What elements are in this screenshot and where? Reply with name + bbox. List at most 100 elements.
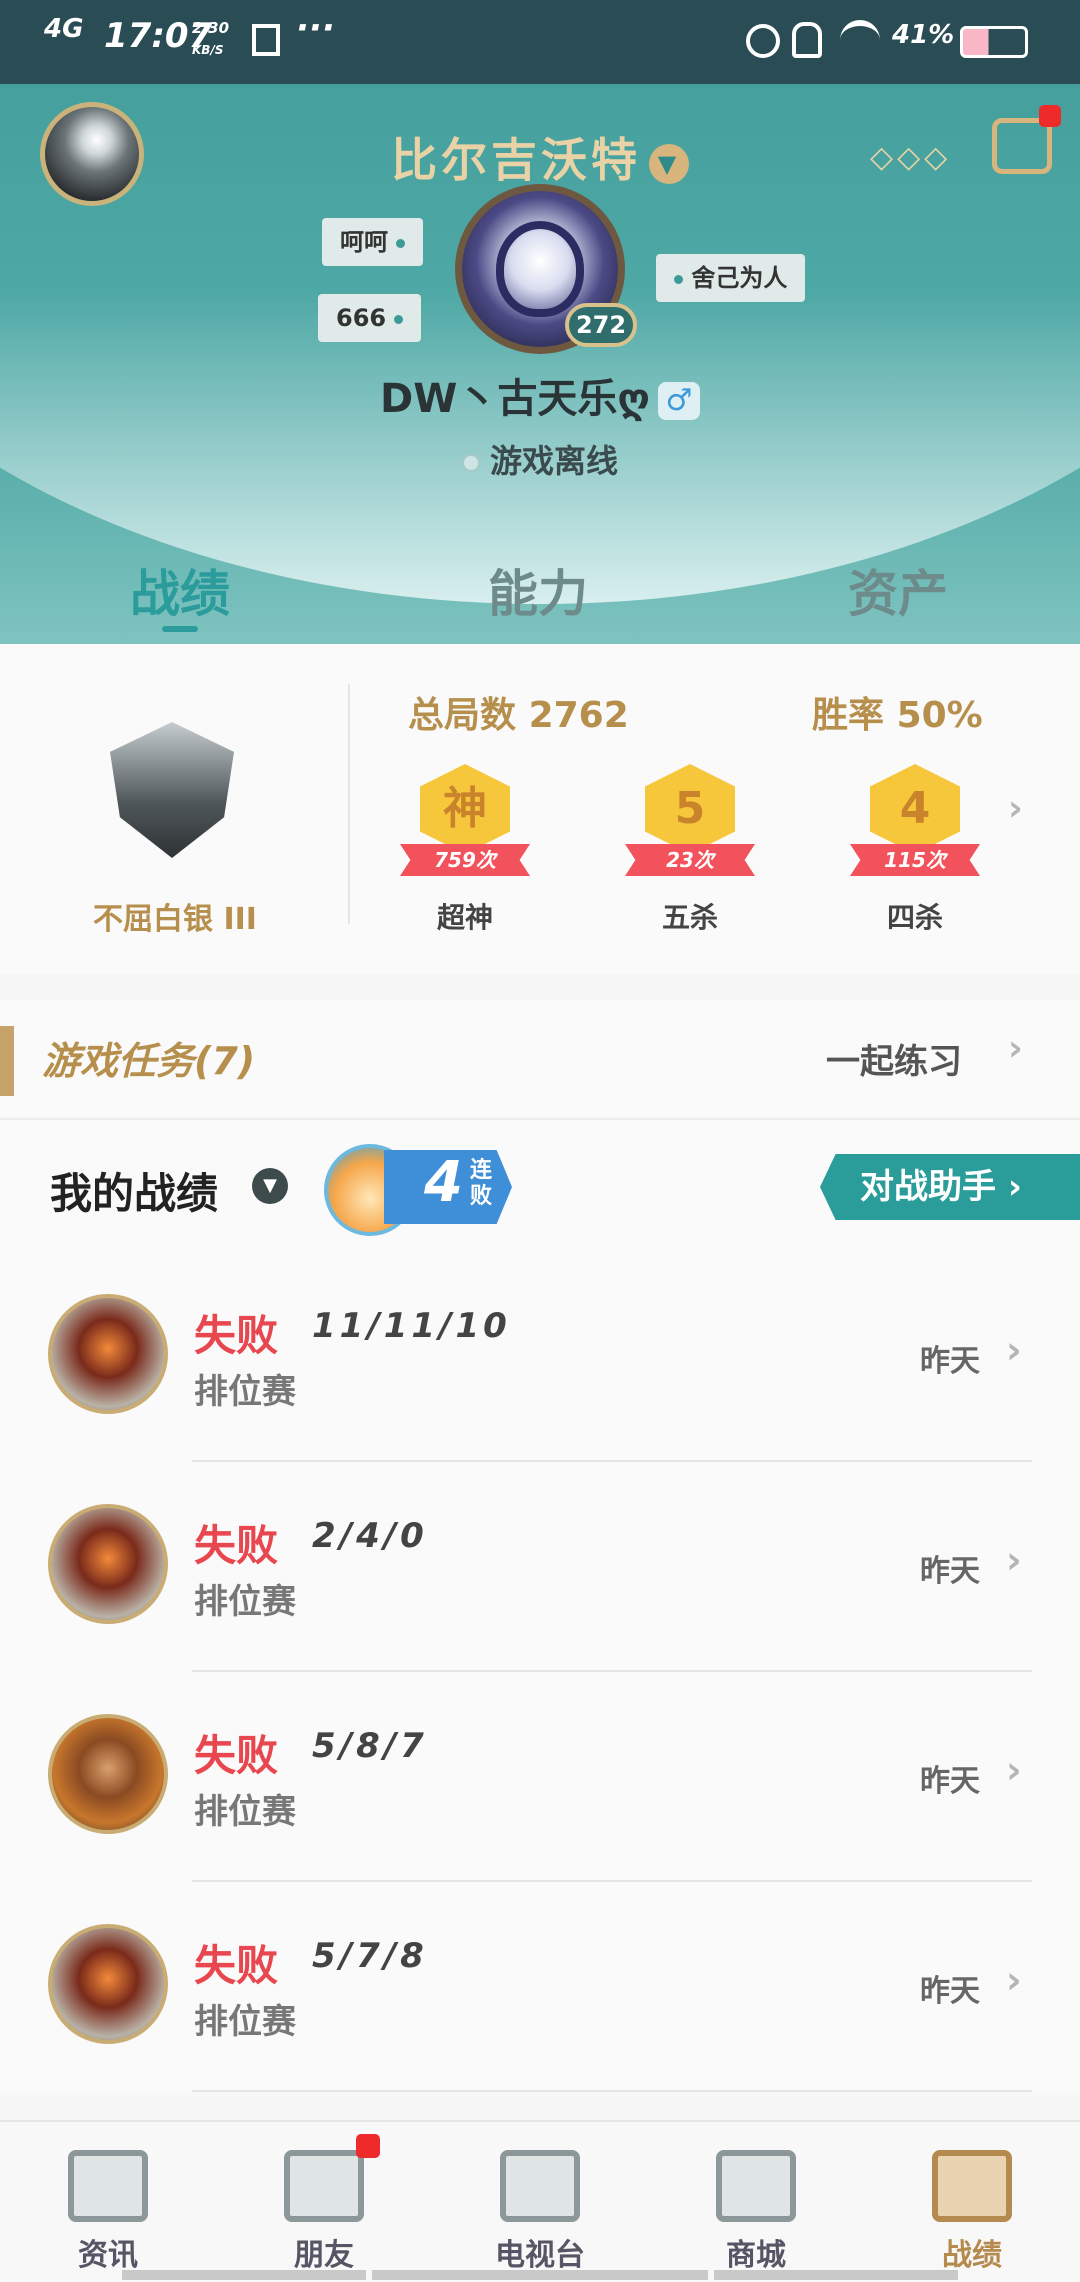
match-kda: 11/11/10 [312,1306,511,1346]
tab-ability[interactable]: 能力 [488,554,588,626]
nickname: DW丶古天乐ღ ♂ [0,366,1080,424]
profile-tag: 666 [318,294,422,342]
medal-label: 五杀 [661,901,718,934]
medal-label: 四杀 [886,901,943,934]
chevron-right-icon[interactable]: › [1006,1328,1022,1372]
player-name-text: 比尔吉沃特 [391,133,641,187]
practice-together-link[interactable]: 一起练习 [826,1034,962,1083]
nav-tv[interactable]: 电视台 [432,2122,648,2282]
match-kda: 2/4/0 [312,1516,428,1556]
chevron-right-icon[interactable]: › [1006,1538,1022,1582]
battery-icon [960,26,1028,58]
shop-icon [716,2150,796,2222]
battle-assistant-label: 对战助手 [860,1167,996,1207]
nav-record[interactable]: 战绩 [864,2122,1080,2282]
bottom-navigation: 资讯 朋友 电视台 商城 战绩 [0,2120,1080,2282]
more-notifications: ··· [296,8,335,48]
nav-friends[interactable]: 朋友 [216,2122,432,2282]
alarm-icon [746,24,780,58]
profile-tag: 舍己为人 [656,254,806,302]
screenshot-icon [252,24,280,56]
match-mode: 排位赛 [194,1792,296,1832]
match-time: 昨天 [920,1554,980,1589]
match-time: 昨天 [920,1974,980,2009]
medal-count: 759次 [400,844,530,876]
wifi-icon [840,20,880,60]
game-tasks-row[interactable]: 游戏任务(7) 一起练习 › [0,1000,1080,1116]
streak-flag: 4 连败 [384,1150,512,1224]
chevron-down-icon[interactable]: ▼ [649,143,689,184]
online-status: 游戏离线 [0,436,1080,482]
status-bar: 4G 17:07 2.30 KB/S ··· 41% [0,0,1080,84]
match-result: 失败 [194,1521,279,1570]
rank-emblem-icon [110,722,234,858]
total-games-value: 2762 [528,695,629,736]
rank-label: 不屈白银 III [93,902,257,937]
team-logo-icon [496,221,584,317]
notification-dot [1039,105,1061,127]
tv-icon [500,2150,580,2222]
medal-legendary: 神 759次 超神 [390,764,540,964]
tag-text: 呵呵 [340,228,388,256]
nav-label: 战绩 [942,2238,1002,2273]
tab-assets[interactable]: 资产 [848,554,948,626]
streak-text: 连败 [470,1158,493,1209]
total-games: 总局数 2762 [408,686,629,738]
chat-icon[interactable] [992,105,1061,174]
game-tasks-title: 游戏任务(7) [42,1039,256,1083]
quadra-kill-medal-icon: 4 [870,764,960,854]
gesture-bar [714,2270,958,2280]
match-row[interactable]: 失败 5/8/7 排位赛 昨天 › [0,1672,1080,1882]
medal-count: 23次 [625,844,755,876]
gesture-bar [122,2270,366,2280]
match-result: 失败 [194,1941,279,1990]
match-mode: 排位赛 [194,1582,296,1622]
match-row[interactable]: 失败 5/7/8 排位赛 昨天 › [0,1882,1080,2092]
news-icon [68,2150,148,2222]
chevron-right-icon[interactable]: › [1008,1028,1023,1069]
medal-count: 115次 [850,844,980,876]
chevron-right-icon[interactable]: › [1006,1748,1022,1792]
hero-avatar [48,1924,168,2044]
hero-avatar [48,1504,168,1624]
match-kda: 5/8/7 [312,1726,428,1766]
nav-news[interactable]: 资讯 [0,2122,216,2282]
more-options-icon[interactable]: ◇◇◇ [870,140,951,175]
medal-penta-kill: 5 23次 五杀 [615,764,765,964]
tab-active-indicator [162,626,198,632]
net-speed-value: 2.30 [192,19,230,37]
match-result: 失败 [194,1731,279,1780]
friends-icon [284,2150,364,2222]
chevron-right-icon[interactable]: › [1006,1958,1022,2002]
notification-dot [356,2134,380,2158]
profile-tag: 呵呵 [322,218,424,266]
battery-percent: 41% [892,20,955,50]
nav-label: 资讯 [78,2238,138,2273]
section-accent-bar [0,1026,14,1096]
chevron-right-icon[interactable]: › [1008,788,1023,829]
match-kda: 5/7/8 [312,1936,428,1976]
stats-card[interactable]: 不屈白银 III 总局数 2762 胜率 50% 神 759次 超神 5 23次… [0,644,1080,974]
chevron-down-icon[interactable]: ▼ [252,1168,288,1204]
nav-label: 朋友 [294,2238,354,2273]
mute-icon [792,22,822,58]
level-badge: 272 [565,303,637,347]
nickname-text: DW丶古天乐ღ [380,376,650,422]
match-row[interactable]: 失败 11/11/10 排位赛 昨天 › [0,1252,1080,1462]
nav-shop[interactable]: 商城 [648,2122,864,2282]
match-result: 失败 [194,1311,279,1360]
record-icon [932,2150,1012,2222]
my-record-header: 我的战绩 ▼ 4 连败 对战助手 › [0,1118,1080,1254]
my-record-title[interactable]: 我的战绩 [50,1160,218,1221]
match-time: 昨天 [920,1344,980,1379]
battle-assistant-button[interactable]: 对战助手 › [820,1154,1080,1220]
nav-label: 电视台 [495,2238,585,2273]
win-rate: 胜率 50% [812,686,983,738]
match-mode: 排位赛 [194,1372,296,1412]
match-time: 昨天 [920,1764,980,1799]
match-row[interactable]: 失败 2/4/0 排位赛 昨天 › [0,1462,1080,1672]
legendary-medal-icon: 神 [420,764,510,854]
medal-quadra-kill: 4 115次 四杀 [840,764,990,964]
row-divider [192,2090,1032,2092]
tab-record[interactable]: 战绩 [130,554,230,626]
